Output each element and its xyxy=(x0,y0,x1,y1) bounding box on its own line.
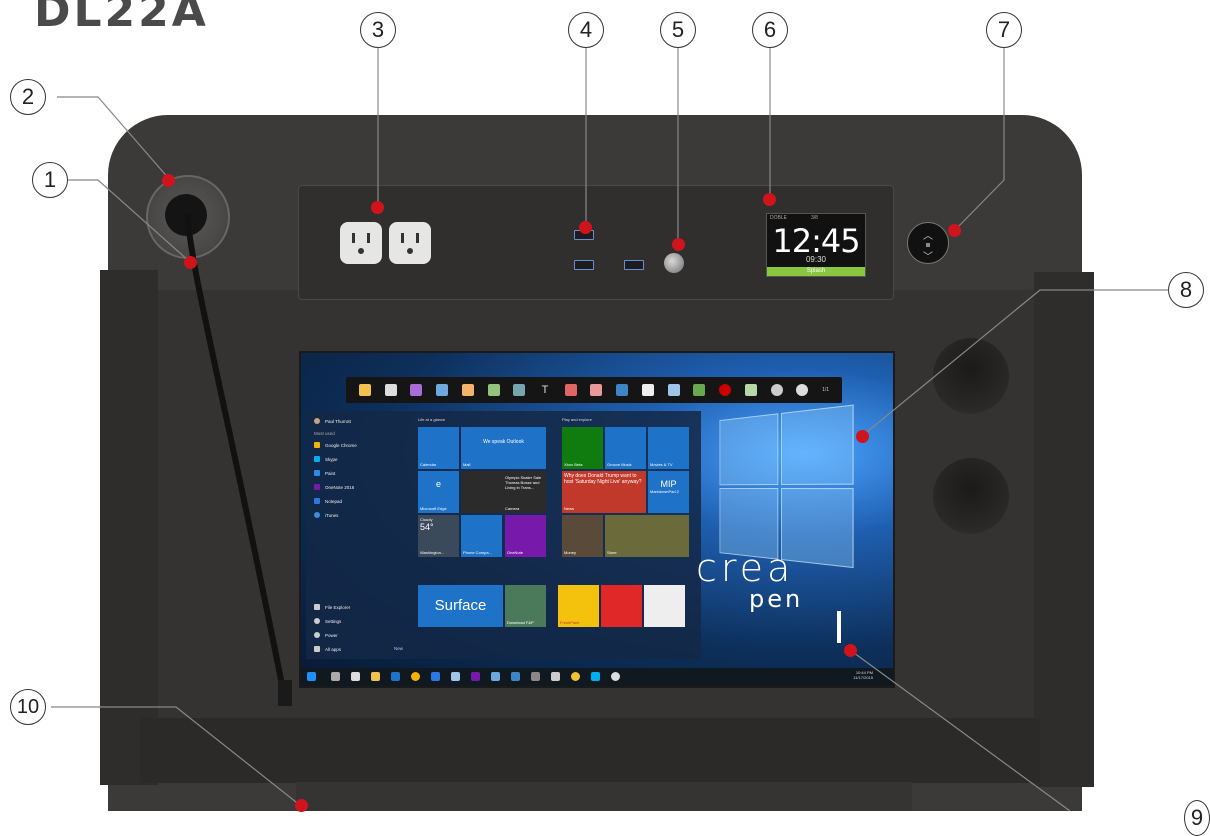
callout-1: 1 xyxy=(32,162,68,198)
microphone-head xyxy=(278,680,292,706)
callout-3: 3 xyxy=(360,12,396,48)
callout-7: 7 xyxy=(986,12,1022,48)
microphone-gooseneck xyxy=(185,214,288,701)
indicator-dot-3 xyxy=(371,201,384,214)
indicator-dot-7 xyxy=(948,224,961,237)
indicator-dot-6 xyxy=(763,193,776,206)
callout-4: 4 xyxy=(568,12,604,48)
indicator-dot-10 xyxy=(295,799,308,812)
leader-line-8 xyxy=(861,289,1168,437)
callout-5: 5 xyxy=(660,12,696,48)
leader-line-10 xyxy=(51,706,302,807)
callout-9: 9 xyxy=(1184,800,1210,836)
indicator-dot-9 xyxy=(844,644,857,657)
leader-line-2 xyxy=(57,96,171,181)
leader-line-9 xyxy=(849,649,1071,811)
indicator-dot-8 xyxy=(856,430,869,443)
callout-10: 10 xyxy=(10,689,46,725)
callout-8: 8 xyxy=(1168,272,1204,308)
leader-line-1 xyxy=(57,179,191,263)
indicator-dot-1 xyxy=(184,256,197,269)
leader-line-7 xyxy=(954,48,1005,231)
indicator-dot-5 xyxy=(672,238,685,251)
indicator-dot-2 xyxy=(162,174,175,187)
callout-6: 6 xyxy=(752,12,788,48)
callout-2: 2 xyxy=(10,79,46,115)
leader-lines xyxy=(51,48,1168,811)
indicator-dot-4 xyxy=(579,221,592,234)
